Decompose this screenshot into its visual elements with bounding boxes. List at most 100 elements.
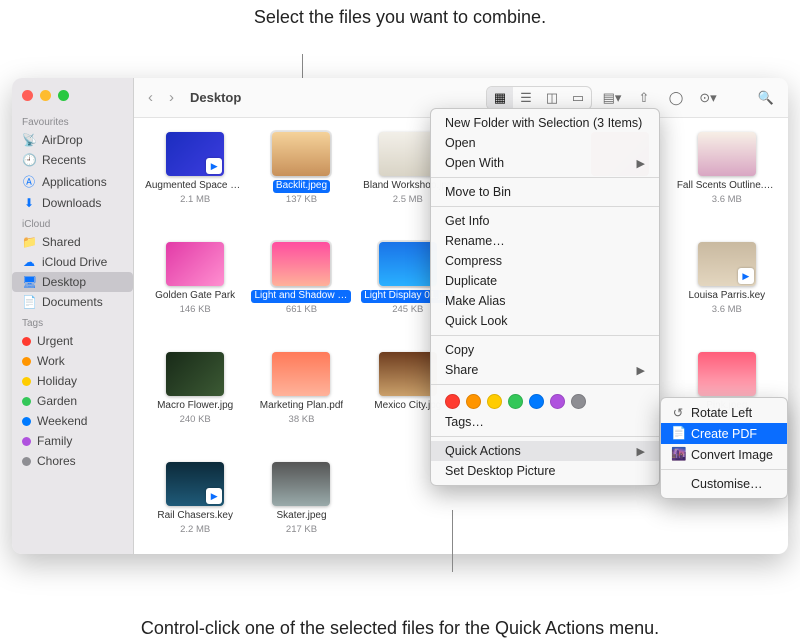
quick-action-icon: 📄 [671, 426, 685, 441]
context-menu-label: New Folder with Selection (3 Items) [445, 116, 642, 130]
view-switcher[interactable]: ▦ ☰ ◫ ▭ [486, 86, 592, 110]
file-thumb: ▶ [166, 462, 224, 506]
sidebar-item-garden[interactable]: Garden [12, 391, 133, 411]
sidebar-item-icon: 🕘 [22, 153, 36, 167]
context-menu-move-to-bin[interactable]: Move to Bin [431, 182, 659, 202]
file-thumb [166, 352, 224, 396]
tag-color[interactable] [571, 394, 586, 409]
quick-actions-submenu[interactable]: ↺Rotate Left📄Create PDF🌆Convert Image Cus… [660, 397, 788, 499]
more-icon[interactable]: ⊙▾ [696, 87, 720, 109]
sidebar-item-documents[interactable]: 📄Documents [12, 292, 133, 312]
group-menu-icon[interactable]: ▤▾ [600, 87, 624, 109]
context-menu-label: Duplicate [445, 274, 497, 288]
sidebar-item-work[interactable]: Work [12, 351, 133, 371]
window-controls [12, 84, 133, 111]
context-menu-label: Open With [445, 156, 504, 170]
file-name: Golden Gate Park [155, 290, 235, 303]
file-thumb [272, 242, 330, 286]
file-louisa-parris-key[interactable]: ▶Louisa Parris.key3.6 MB [676, 242, 778, 346]
context-menu-tags[interactable]: Tags… [431, 412, 659, 432]
keynote-icon: ▶ [206, 158, 222, 174]
sidebar-item-icon: ☁︎ [22, 255, 36, 269]
sidebar-item-downloads[interactable]: ⬇︎Downloads [12, 193, 133, 213]
sidebar-item-icloud-drive[interactable]: ☁︎iCloud Drive [12, 252, 133, 272]
tag-color[interactable] [508, 394, 523, 409]
tag-color[interactable] [550, 394, 565, 409]
context-menu-separator [431, 335, 659, 336]
file-marketing-plan-pdf[interactable]: Marketing Plan.pdf38 KB [250, 352, 352, 456]
context-menu-label: Rename… [445, 234, 505, 248]
file-rail-chasers-key[interactable]: ▶Rail Chasers.key2.2 MB [144, 462, 246, 554]
sidebar-item-chores[interactable]: Chores [12, 451, 133, 471]
file-thumb [379, 132, 437, 176]
view-icon[interactable]: ▦ [487, 87, 513, 109]
quick-action-convert-image[interactable]: 🌆Convert Image [661, 444, 787, 465]
tag-color[interactable] [466, 394, 481, 409]
context-menu-quick-actions[interactable]: Quick Actions▶ [431, 441, 659, 461]
close-dot[interactable] [22, 90, 33, 101]
zoom-dot[interactable] [58, 90, 69, 101]
nav-back[interactable]: ‹ [144, 89, 157, 106]
file-light-and-shadow-01-jpg[interactable]: Light and Shadow 01.jpg661 KB [250, 242, 352, 346]
context-menu-share[interactable]: Share▶ [431, 360, 659, 380]
file-thumb [379, 242, 437, 286]
context-menu-new-folder-with-selection-3-items[interactable]: New Folder with Selection (3 Items) [431, 113, 659, 133]
file-macro-flower-jpg[interactable]: Macro Flower.jpg240 KB [144, 352, 246, 456]
file-size: 2.2 MB [180, 524, 210, 535]
view-column[interactable]: ◫ [539, 87, 565, 109]
context-menu[interactable]: New Folder with Selection (3 Items)OpenO… [430, 108, 660, 486]
context-menu-label: Tags… [445, 415, 484, 429]
context-menu-quick-look[interactable]: Quick Look [431, 311, 659, 331]
context-menu-rename[interactable]: Rename… [431, 231, 659, 251]
file-name: Macro Flower.jpg [157, 400, 233, 413]
file-size: 38 KB [289, 414, 315, 425]
context-menu-tag-colors[interactable] [431, 389, 659, 412]
context-menu-duplicate[interactable]: Duplicate [431, 271, 659, 291]
context-menu-get-info[interactable]: Get Info [431, 211, 659, 231]
context-menu-compress[interactable]: Compress [431, 251, 659, 271]
file-golden-gate-park[interactable]: Golden Gate Park146 KB [144, 242, 246, 346]
file-name: Louisa Parris.key [688, 290, 765, 303]
minimize-dot[interactable] [40, 90, 51, 101]
view-gallery[interactable]: ▭ [565, 87, 591, 109]
context-menu-open[interactable]: Open [431, 133, 659, 153]
quick-action-rotate-left[interactable]: ↺Rotate Left [661, 402, 787, 423]
tag-color[interactable] [529, 394, 544, 409]
file-backlit-jpeg[interactable]: Backlit.jpeg137 KB [250, 132, 352, 236]
context-menu-make-alias[interactable]: Make Alias [431, 291, 659, 311]
quick-action-customise[interactable]: Customise… [661, 474, 787, 494]
file-thumb: ▶ [698, 242, 756, 286]
view-list[interactable]: ☰ [513, 87, 539, 109]
sidebar-item-desktop[interactable]: 🖥Desktop [12, 272, 133, 292]
sidebar-item-applications[interactable]: ⒶApplications [12, 170, 133, 193]
file-skater-jpeg[interactable]: Skater.jpeg217 KB [250, 462, 352, 554]
sidebar-item-label: Downloads [42, 196, 101, 210]
file-thumb: ▶ [166, 132, 224, 176]
sidebar-item-holiday[interactable]: Holiday [12, 371, 133, 391]
share-icon[interactable]: ⇧ [632, 87, 656, 109]
sidebar-item-label: AirDrop [42, 133, 83, 147]
sidebar-item-label: Chores [37, 454, 76, 468]
context-menu-copy[interactable]: Copy [431, 340, 659, 360]
nav-forward[interactable]: › [165, 89, 178, 106]
tag-color[interactable] [487, 394, 502, 409]
sidebar-item-urgent[interactable]: Urgent [12, 331, 133, 351]
sidebar-item-label: Recents [42, 153, 86, 167]
file-augmented-space-r-ined-key[interactable]: ▶Augmented Space R…ined.key2.1 MB [144, 132, 246, 236]
quick-action-label: Convert Image [691, 448, 773, 462]
sidebar-item-shared[interactable]: 📁Shared [12, 232, 133, 252]
sidebar: Favourites📡AirDrop🕘RecentsⒶApplications⬇… [12, 78, 134, 554]
context-menu-set-desktop-picture[interactable]: Set Desktop Picture [431, 461, 659, 481]
sidebar-item-label: Applications [42, 175, 107, 189]
context-menu-open-with[interactable]: Open With▶ [431, 153, 659, 173]
file-fall-scents-outline-pages[interactable]: Fall Scents Outline.pages3.6 MB [676, 132, 778, 236]
sidebar-item-recents[interactable]: 🕘 Recents [12, 150, 133, 170]
tag-color[interactable] [445, 394, 460, 409]
sidebar-item-weekend[interactable]: Weekend [12, 411, 133, 431]
tag-icon[interactable]: ◯ [664, 87, 688, 109]
sidebar-item-family[interactable]: Family [12, 431, 133, 451]
search-icon[interactable]: 🔍 [754, 87, 778, 109]
sidebar-item-airdrop[interactable]: 📡AirDrop [12, 130, 133, 150]
submenu-separator [661, 469, 787, 470]
quick-action-create-pdf[interactable]: 📄Create PDF [661, 423, 787, 444]
